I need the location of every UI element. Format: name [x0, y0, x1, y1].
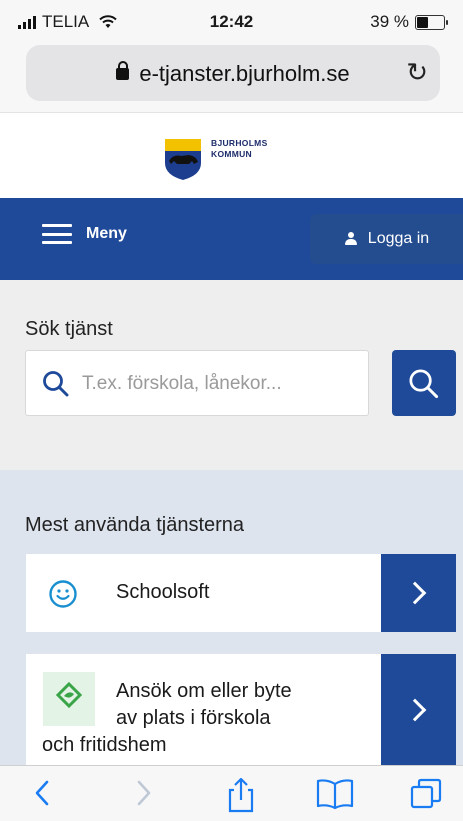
forward-icon[interactable] — [132, 776, 156, 810]
search-heading: Sök tjänst — [25, 318, 113, 340]
service-card-schoolsoft[interactable]: Schoolsoft — [26, 554, 456, 632]
label-line-3: och fritidshem — [42, 734, 167, 756]
smiley-icon — [49, 580, 77, 608]
search-submit-button[interactable] — [392, 350, 456, 416]
battery-status: 39 % — [370, 12, 448, 32]
open-service-button[interactable] — [381, 554, 456, 632]
service-card-preschool-application[interactable]: Ansök om eller byte av plats i förskola … — [26, 654, 456, 765]
chevron-right-icon — [403, 698, 426, 721]
open-service-button[interactable] — [381, 654, 456, 765]
url-text: e-tjanster.bjurholm.se — [139, 61, 350, 86]
battery-fill — [417, 16, 428, 28]
battery-icon — [415, 14, 448, 30]
reload-icon[interactable]: ↻ — [406, 57, 428, 88]
status-bar: TELIA 12:42 39 % — [0, 0, 463, 40]
chevron-right-icon — [403, 581, 426, 605]
search-section: Sök tjänst — [0, 280, 463, 470]
address-bar[interactable]: e-tjanster.bjurholm.se ↻ — [26, 45, 440, 101]
label-line-2: av plats i förskola — [116, 707, 271, 729]
url-display[interactable]: e-tjanster.bjurholm.se — [26, 61, 440, 87]
search-input[interactable] — [82, 369, 352, 399]
tabs-icon[interactable] — [408, 776, 444, 812]
menu-label: Meny — [86, 225, 127, 242]
search-icon — [409, 369, 439, 399]
back-icon[interactable] — [30, 776, 54, 810]
service-card-label: Schoolsoft — [116, 581, 210, 603]
hamburger-icon — [42, 224, 72, 244]
logo-wordmark: BJURHOLMS KOMMUN — [211, 138, 268, 160]
bookmarks-icon[interactable] — [315, 776, 355, 810]
login-button[interactable]: Logga in — [310, 214, 463, 264]
user-icon — [344, 232, 358, 246]
menu-button[interactable]: Meny — [42, 224, 127, 244]
popular-services-section: Mest använda tjänsterna Schoolsoft Ansök… — [0, 470, 463, 765]
battery-percent: 39 % — [370, 12, 409, 31]
site-header: BJURHOLMS KOMMUN — [0, 112, 463, 198]
label-line-1: Ansök om eller byte — [116, 680, 292, 702]
service-card-label: Ansök om eller byte av plats i förskola … — [42, 678, 383, 759]
share-icon[interactable] — [224, 776, 258, 814]
browser-toolbar — [0, 765, 463, 821]
main-navbar: Meny Logga in — [0, 198, 463, 280]
lock-icon — [116, 61, 130, 80]
logo-line-1: BJURHOLMS — [211, 138, 268, 148]
search-icon — [43, 371, 69, 397]
logo-line-2: KOMMUN — [211, 149, 252, 159]
login-label: Logga in — [367, 230, 430, 247]
municipality-crest-logo[interactable] — [163, 137, 203, 181]
popular-services-heading: Mest använda tjänsterna — [25, 514, 245, 536]
search-field-container[interactable] — [25, 350, 369, 416]
